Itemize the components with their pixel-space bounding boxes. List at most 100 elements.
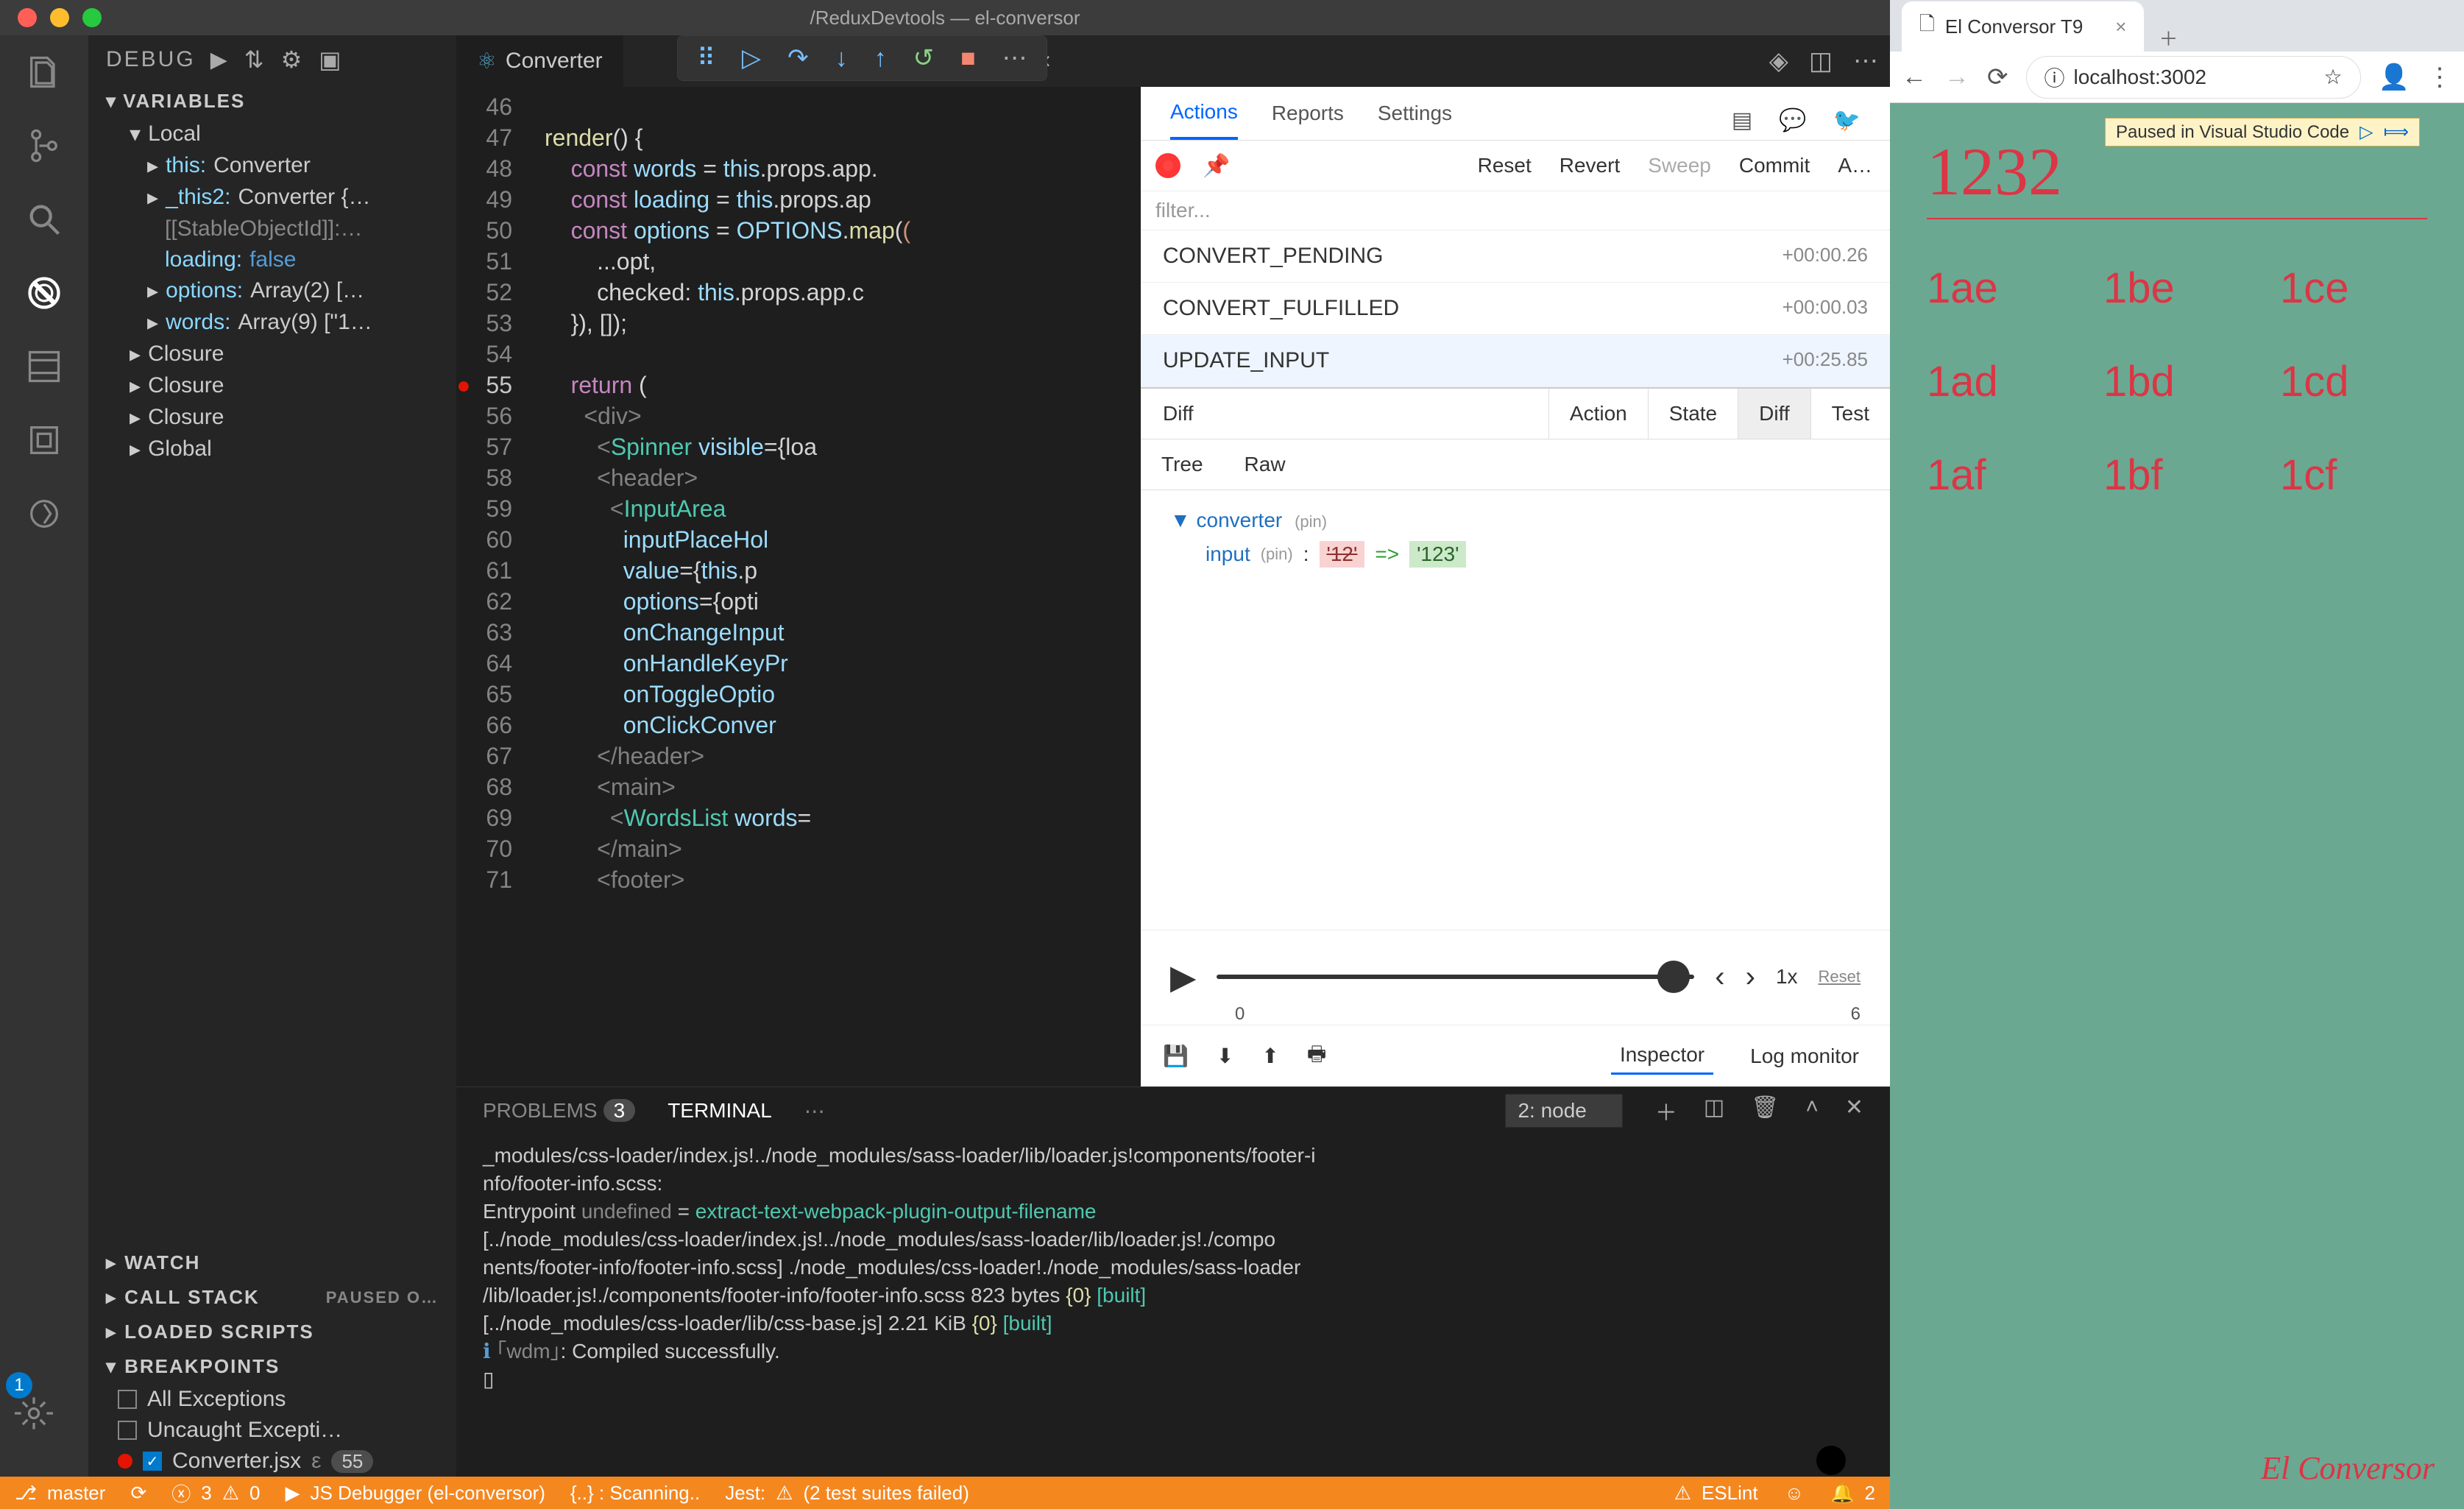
- maximize-window-icon[interactable]: [82, 8, 102, 27]
- profile-icon[interactable]: 👤: [2379, 63, 2410, 92]
- more-icon[interactable]: ⋯: [1853, 46, 1878, 76]
- bell-icon[interactable]: 🔔 2: [1830, 1482, 1875, 1505]
- word-cell[interactable]: 1ad: [1927, 357, 2074, 406]
- bp-all-exceptions[interactable]: All Exceptions: [88, 1384, 456, 1415]
- trash-icon[interactable]: 🗑: [1751, 1095, 1779, 1127]
- close-window-icon[interactable]: [18, 8, 37, 27]
- export-icon[interactable]: ⬆: [1261, 1044, 1278, 1068]
- restart-icon[interactable]: ↺: [903, 39, 945, 77]
- dt-tab-settings[interactable]: Settings: [1378, 102, 1452, 138]
- problems-status[interactable]: ⓧ3⚠0: [171, 1480, 260, 1507]
- timeline-slider[interactable]: [1217, 975, 1694, 979]
- diamond-icon[interactable]: ◈: [1769, 46, 1788, 76]
- scope-local[interactable]: Local: [88, 119, 456, 150]
- config-dropdown-icon[interactable]: ⇅: [244, 46, 266, 74]
- eslint-status[interactable]: ⚠ ESLint: [1674, 1482, 1758, 1505]
- scope-global[interactable]: Global: [88, 434, 456, 465]
- traffic-lights[interactable]: [0, 8, 102, 27]
- dt-tab-reports[interactable]: Reports: [1272, 102, 1344, 138]
- more-tab-icon[interactable]: ⋯: [804, 1099, 825, 1123]
- close-tab-icon[interactable]: ×: [2115, 15, 2126, 38]
- action-row[interactable]: CONVERT_PENDING+00:00.26: [1141, 230, 1890, 283]
- step-into-icon[interactable]: ↓: [825, 40, 858, 77]
- subview-tree[interactable]: Tree: [1141, 439, 1224, 490]
- variables-section[interactable]: VARIABLES: [88, 84, 456, 119]
- feedback-icon[interactable]: ☺: [1785, 1482, 1805, 1505]
- info-icon[interactable]: ⓘ: [2045, 63, 2065, 92]
- extensions-icon[interactable]: [25, 347, 63, 386]
- next-icon[interactable]: ›: [1746, 961, 1755, 994]
- view-action[interactable]: Action: [1548, 389, 1648, 439]
- scope-closure2[interactable]: Closure: [88, 370, 456, 402]
- record-icon[interactable]: [1155, 153, 1180, 178]
- browser-tab[interactable]: 🗋El Conversor T9×: [1902, 1, 2144, 52]
- split-icon[interactable]: ◫: [1809, 46, 1833, 76]
- chevron-up-icon[interactable]: ˄: [1805, 1095, 1819, 1127]
- commit-button[interactable]: Commit: [1736, 149, 1813, 182]
- search-icon[interactable]: [25, 200, 63, 238]
- inspector-tab[interactable]: Inspector: [1611, 1037, 1713, 1075]
- terminal-select[interactable]: 2: node: [1505, 1094, 1622, 1128]
- star-icon[interactable]: ☆: [2324, 65, 2343, 89]
- save-icon[interactable]: 💾: [1163, 1044, 1189, 1068]
- debug-status[interactable]: ▶ JS Debugger (el-conversor): [286, 1482, 545, 1505]
- breakpoints-section[interactable]: BREAKPOINTS: [88, 1349, 456, 1384]
- scope-closure3[interactable]: Closure: [88, 402, 456, 434]
- scope-closure[interactable]: Closure: [88, 339, 456, 370]
- debug-icon[interactable]: [25, 274, 63, 312]
- box-icon[interactable]: [25, 421, 63, 459]
- drag-handle-icon[interactable]: ⠿: [687, 39, 726, 77]
- prev-icon[interactable]: ‹: [1715, 961, 1724, 994]
- callstack-section[interactable]: CALL STACKPAUSED O…: [88, 1280, 456, 1315]
- view-state[interactable]: State: [1648, 389, 1738, 439]
- var-this[interactable]: this: Converter: [88, 150, 456, 182]
- word-cell[interactable]: 1cd: [2280, 357, 2427, 406]
- auto-button[interactable]: A…: [1835, 149, 1875, 182]
- terminal-tab[interactable]: TERMINAL: [668, 1099, 772, 1123]
- action-row[interactable]: CONVERT_FULFILLED+00:00.03: [1141, 283, 1890, 335]
- word-cell[interactable]: 1be: [2103, 264, 2251, 313]
- code-editor[interactable]: 464748495051525354● 55565758596061626364…: [456, 87, 1141, 1086]
- settings-gear-icon[interactable]: 1: [15, 1394, 53, 1432]
- jest-status[interactable]: Jest: ⚠ (2 test suites failed): [725, 1482, 969, 1505]
- console-icon[interactable]: ▣: [319, 46, 343, 74]
- action-row[interactable]: UPDATE_INPUT+00:25.85: [1141, 335, 1890, 387]
- word-cell[interactable]: 1bf: [2103, 450, 2251, 500]
- reset-button[interactable]: Reset: [1475, 149, 1534, 182]
- watch-section[interactable]: WATCH: [88, 1245, 456, 1280]
- twitter-icon[interactable]: 🐦: [1833, 107, 1861, 133]
- chat-icon[interactable]: 💬: [1779, 107, 1806, 133]
- print-icon[interactable]: 🖶: [1307, 1039, 1326, 1074]
- book-icon[interactable]: ▤: [1732, 107, 1752, 133]
- split-terminal-icon[interactable]: ◫: [1704, 1095, 1724, 1127]
- tab-converter[interactable]: ⚛Converter: [456, 35, 623, 87]
- sync-icon[interactable]: ⟳: [130, 1482, 146, 1505]
- new-terminal-icon[interactable]: ＋: [1655, 1095, 1677, 1127]
- new-tab-icon[interactable]: ＋: [2159, 24, 2178, 52]
- github-icon[interactable]: [1816, 1446, 1846, 1475]
- back-icon[interactable]: ←: [1902, 63, 1927, 91]
- view-diff[interactable]: Diff: [1738, 389, 1810, 439]
- cycle-icon[interactable]: [25, 495, 63, 533]
- minimize-window-icon[interactable]: [50, 8, 69, 27]
- filter-input[interactable]: filter...: [1141, 191, 1890, 230]
- stop-icon[interactable]: ■: [950, 40, 986, 77]
- loaded-section[interactable]: LOADED SCRIPTS: [88, 1315, 456, 1349]
- import-icon[interactable]: ⬇: [1217, 1044, 1233, 1068]
- word-cell[interactable]: 1ae: [1927, 264, 2074, 313]
- bp-uncaught[interactable]: Uncaught Excepti…: [88, 1415, 456, 1446]
- paused-badge[interactable]: Paused in Visual Studio Code▷⟾: [2105, 118, 2420, 146]
- debug-toolbar[interactable]: ⠿ ▷ ↷ ↓ ↑ ↺ ■ ⋯: [677, 35, 1047, 81]
- explorer-icon[interactable]: [25, 53, 63, 91]
- gear-icon[interactable]: ⚙: [281, 46, 305, 74]
- dt-tab-actions[interactable]: Actions: [1170, 100, 1238, 140]
- log-monitor-tab[interactable]: Log monitor: [1741, 1039, 1868, 1074]
- reload-icon[interactable]: ⟳: [1987, 63, 2008, 92]
- git-branch[interactable]: ⎇master: [15, 1482, 105, 1505]
- close-panel-icon[interactable]: ✕: [1845, 1095, 1863, 1127]
- view-test[interactable]: Test: [1810, 389, 1890, 439]
- var-this2[interactable]: _this2: Converter {…: [88, 182, 456, 213]
- step-over-icon[interactable]: ↷: [777, 39, 819, 77]
- subview-raw[interactable]: Raw: [1224, 439, 1306, 490]
- var-words[interactable]: words: Array(9) ["1…: [88, 307, 456, 339]
